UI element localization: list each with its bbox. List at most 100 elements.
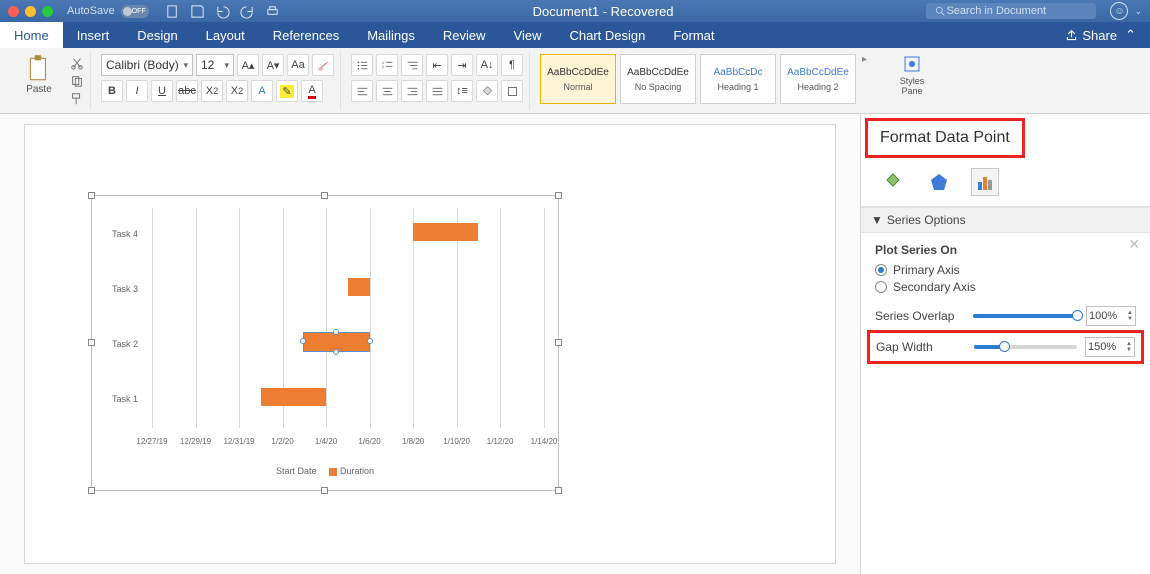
data-point-handle[interactable]: [333, 349, 339, 355]
maximize-window-button[interactable]: [42, 6, 53, 17]
tab-view[interactable]: View: [500, 22, 556, 48]
borders-button[interactable]: [501, 80, 523, 102]
tab-chart-design[interactable]: Chart Design: [555, 22, 659, 48]
increase-indent-button[interactable]: ⇥: [451, 54, 473, 76]
resize-handle[interactable]: [555, 339, 562, 346]
justify-button[interactable]: [426, 80, 448, 102]
autosave-toggle[interactable]: AutoSave OFF: [67, 5, 149, 18]
chart-legend[interactable]: Start Date Duration: [92, 466, 558, 476]
minimize-window-button[interactable]: [25, 6, 36, 17]
styles-pane-button[interactable]: Styles Pane: [890, 54, 934, 96]
effects-tab[interactable]: [925, 168, 953, 196]
subscript-button[interactable]: X2: [201, 80, 223, 102]
x-axis-label: 1/4/20: [315, 437, 337, 446]
print-icon[interactable]: [265, 4, 280, 19]
primary-axis-radio[interactable]: Primary Axis: [875, 263, 1136, 277]
tab-format[interactable]: Format: [659, 22, 728, 48]
series-options-tab[interactable]: [971, 168, 999, 196]
resize-handle[interactable]: [321, 192, 328, 199]
secondary-axis-radio[interactable]: Secondary Axis: [875, 280, 1136, 294]
bold-button[interactable]: B: [101, 80, 123, 102]
series-overlap-slider[interactable]: [973, 314, 1078, 318]
titlebar-menu-caret[interactable]: ⌄: [1134, 6, 1142, 17]
highlight-button[interactable]: ✎: [276, 80, 298, 102]
chart-plot-area[interactable]: Task 4 Task 3 Task 2 Task 1 12/27/19 12/…: [112, 208, 544, 428]
search-input[interactable]: [946, 5, 1086, 17]
data-point-handle[interactable]: [300, 338, 306, 344]
gap-width-input[interactable]: 150%▲▼: [1085, 337, 1135, 357]
align-left-button[interactable]: [351, 80, 373, 102]
strikethrough-button[interactable]: abc: [176, 80, 198, 102]
multilevel-list-button[interactable]: [401, 54, 423, 76]
style-heading-1[interactable]: AaBbCcDcHeading 1: [700, 54, 776, 104]
style-no-spacing[interactable]: AaBbCcDdEeNo Spacing: [620, 54, 696, 104]
resize-handle[interactable]: [88, 339, 95, 346]
font-size-combo[interactable]: 12▾: [196, 54, 234, 76]
chart-bar-task2-selected[interactable]: [304, 333, 369, 351]
save-icon[interactable]: [190, 4, 205, 19]
chart-bar-task1[interactable]: [261, 388, 326, 406]
chart-bar-task4[interactable]: [413, 223, 478, 241]
tab-review[interactable]: Review: [429, 22, 500, 48]
bullets-button[interactable]: [351, 54, 373, 76]
decrease-indent-button[interactable]: ⇤: [426, 54, 448, 76]
copy-icon[interactable]: [70, 74, 84, 88]
page-icon[interactable]: [165, 4, 180, 19]
text-effects-button[interactable]: A: [251, 80, 273, 102]
share-button[interactable]: Share ⌃: [1051, 22, 1150, 48]
font-name-combo[interactable]: Calibri (Body)▾: [101, 54, 193, 76]
document-canvas[interactable]: Task 4 Task 3 Task 2 Task 1 12/27/19 12/…: [0, 114, 860, 574]
series-overlap-input[interactable]: 100%▲▼: [1086, 306, 1136, 326]
italic-button[interactable]: I: [126, 80, 148, 102]
style-heading-2[interactable]: AaBbCcDdEeHeading 2: [780, 54, 856, 104]
shading-button[interactable]: [476, 80, 498, 102]
underline-button[interactable]: U: [151, 80, 173, 102]
font-color-button[interactable]: A: [301, 80, 323, 102]
resize-handle[interactable]: [321, 487, 328, 494]
grow-font-button[interactable]: A▴: [237, 54, 259, 76]
sort-button[interactable]: A↓: [476, 54, 498, 76]
undo-icon[interactable]: [215, 4, 230, 19]
feedback-icon[interactable]: ☺: [1110, 2, 1128, 20]
align-center-button[interactable]: [376, 80, 398, 102]
autosave-switch[interactable]: OFF: [121, 5, 149, 18]
resize-handle[interactable]: [555, 192, 562, 199]
styles-gallery-scroll[interactable]: ▸: [860, 54, 869, 65]
clear-formatting-button[interactable]: [312, 54, 334, 76]
cut-icon[interactable]: [70, 56, 84, 70]
align-right-button[interactable]: [401, 80, 423, 102]
superscript-button[interactable]: X2: [226, 80, 248, 102]
close-window-button[interactable]: [8, 6, 19, 17]
show-marks-button[interactable]: ¶: [501, 54, 523, 76]
shrink-font-button[interactable]: A▾: [262, 54, 284, 76]
chart-bar-task3[interactable]: [348, 278, 370, 296]
data-point-handle[interactable]: [367, 338, 373, 344]
tab-mailings[interactable]: Mailings: [353, 22, 429, 48]
resize-handle[interactable]: [88, 487, 95, 494]
ribbon-tabs: Home Insert Design Layout References Mai…: [0, 22, 1150, 48]
resize-handle[interactable]: [555, 487, 562, 494]
change-case-button[interactable]: Aa: [287, 54, 309, 76]
format-painter-icon[interactable]: [70, 92, 84, 106]
series-options-header[interactable]: ▼Series Options: [861, 207, 1150, 233]
tab-layout[interactable]: Layout: [192, 22, 259, 48]
plot-series-on-label: Plot Series On: [875, 243, 1136, 257]
gap-width-label: Gap Width: [876, 340, 966, 354]
gap-width-slider[interactable]: [974, 345, 1077, 349]
redo-icon[interactable]: [240, 4, 255, 19]
paste-button[interactable]: Paste: [12, 54, 66, 108]
search-box[interactable]: [926, 3, 1096, 19]
close-pane-button[interactable]: ✕: [1128, 236, 1140, 253]
tab-insert[interactable]: Insert: [63, 22, 124, 48]
data-point-handle[interactable]: [333, 329, 339, 335]
numbering-button[interactable]: 12: [376, 54, 398, 76]
line-spacing-button[interactable]: ↕≡: [451, 80, 473, 102]
style-normal[interactable]: AaBbCcDdEeNormal: [540, 54, 616, 104]
fill-and-line-tab[interactable]: [879, 168, 907, 196]
tab-home[interactable]: Home: [0, 22, 63, 48]
tab-design[interactable]: Design: [123, 22, 191, 48]
resize-handle[interactable]: [88, 192, 95, 199]
chart-object[interactable]: Task 4 Task 3 Task 2 Task 1 12/27/19 12/…: [91, 195, 559, 491]
y-axis-label: Task 2: [112, 339, 138, 349]
tab-references[interactable]: References: [259, 22, 353, 48]
